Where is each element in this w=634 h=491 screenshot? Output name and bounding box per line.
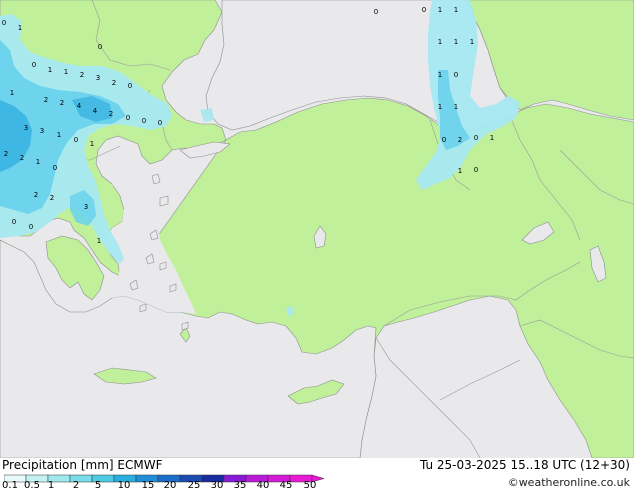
precip-value-label: 1 [438, 103, 442, 111]
legend-tick-label: 40 [256, 480, 270, 491]
precip-value-label: 0 [474, 166, 478, 174]
precip-value-label: 0 [2, 19, 6, 27]
legend-tick-label: 50 [303, 480, 317, 491]
precip-value-label: 1 [90, 140, 94, 148]
precip-value-label: 1 [454, 38, 458, 46]
precip-value-label: 0 [374, 8, 378, 16]
precip-value-label: 0 [442, 136, 446, 144]
model-name: ECMWF [117, 458, 163, 472]
precipitation-title: Precipitation [mm] [2, 458, 114, 472]
precip-value-label: 2 [34, 191, 38, 199]
precip-value-label: 0 [454, 71, 458, 79]
legend-tick-label: 5 [94, 480, 102, 491]
precip-value-label: 1 [438, 38, 442, 46]
legend-tick-label: 35 [233, 480, 247, 491]
precip-value-label: 2 [44, 96, 48, 104]
forecast-datetime: Tu 25-03-2025 15..18 UTC (12+30) [419, 458, 630, 472]
precip-value-label: 2 [109, 110, 113, 118]
legend-tick-label: 45 [279, 480, 293, 491]
precipitation-map: 0 1 0 0 1 1 2 3 2 0 1 2 2 4 4 2 0 0 0 3 3 1 0 1 2 2 1 0 2 2 3 0 0 1 0 0 1 1 1 1… [0, 0, 634, 458]
legend-tick-label: 25 [187, 480, 201, 491]
precip-value-label: 0 [128, 82, 132, 90]
legend-tick-label: 20 [163, 480, 177, 491]
legend-tick-label: 1 [47, 480, 55, 491]
precip-value-label: 4 [93, 107, 98, 115]
precip-value-label: 0 [12, 218, 16, 226]
legend-tick-label: 15 [141, 480, 155, 491]
precip-value-label: 2 [458, 136, 462, 144]
precip-value-label: 0 [29, 223, 33, 231]
legend-tick-label: 30 [210, 480, 224, 491]
legend-tick-label: 2 [72, 480, 80, 491]
precip-value-label: 1 [48, 66, 52, 74]
precip-value-label: 1 [97, 237, 101, 245]
precip-value-label: 3 [96, 74, 100, 82]
precip-value-label: 0 [53, 164, 57, 172]
credit-link[interactable]: ©weatheronline.co.uk [508, 476, 630, 489]
precip-value-label: 1 [36, 158, 40, 166]
precip-value-label: 1 [18, 24, 22, 32]
precip-value-label: 1 [490, 134, 494, 142]
precip-value-label: 2 [4, 150, 8, 158]
map-footer: Precipitation [mm] ECMWF Tu 25-03-2025 1… [0, 458, 634, 491]
precip-value-label: 1 [454, 6, 458, 14]
map-title: Precipitation [mm] ECMWF [2, 458, 162, 472]
precip-value-label: 2 [112, 79, 116, 87]
precip-value-label: 1 [470, 38, 474, 46]
precip-value-label: 1 [458, 167, 462, 175]
precip-value-label: 2 [20, 154, 24, 162]
precip-value-label: 0 [422, 6, 426, 14]
precip-value-label: 0 [142, 117, 146, 125]
precip-value-label: 2 [60, 99, 64, 107]
precip-value-label: 1 [10, 89, 14, 97]
legend-tick-label: 0.1 [2, 480, 18, 491]
legend-tick-label: 10 [117, 480, 131, 491]
precip-value-label: 0 [158, 119, 162, 127]
precip-value-label: 1 [438, 71, 442, 79]
precip-value-label: 3 [84, 203, 88, 211]
precip-value-label: 0 [74, 136, 78, 144]
precip-value-label: 0 [32, 61, 36, 69]
legend-tick-label: 0.5 [24, 480, 40, 491]
precip-value-label: 2 [50, 194, 54, 202]
precip-value-label: 1 [64, 68, 68, 76]
precip-value-label: 0 [474, 134, 478, 142]
precip-value-label: 1 [454, 103, 458, 111]
precip-value-label: 4 [77, 102, 82, 110]
precip-value-label: 1 [438, 6, 442, 14]
precip-value-label: 0 [98, 43, 102, 51]
precip-value-label: 2 [80, 71, 84, 79]
precip-value-label: 3 [24, 124, 28, 132]
precip-value-label: 1 [57, 131, 61, 139]
precip-value-label: 0 [126, 114, 130, 122]
precip-value-label: 3 [40, 127, 44, 135]
